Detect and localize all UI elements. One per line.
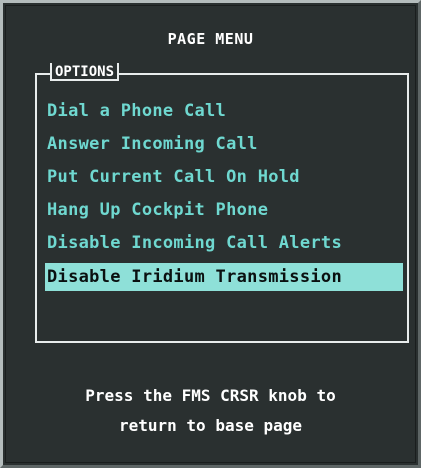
instruction-line-1: Press the FMS CRSR knob to	[85, 386, 336, 405]
menu-item-disable-incoming-call-alerts[interactable]: Disable Incoming Call Alerts	[45, 227, 403, 259]
options-legend: OPTIONS	[50, 63, 120, 81]
options-group: OPTIONS Dial a Phone Call Answer Incomin…	[35, 63, 409, 343]
menu-item-put-call-on-hold[interactable]: Put Current Call On Hold	[45, 161, 403, 193]
options-menu-list: Dial a Phone Call Answer Incoming Call P…	[45, 95, 403, 292]
menu-item-disable-iridium-transmission[interactable]: Disable Iridium Transmission	[45, 263, 403, 291]
menu-item-dial-phone-call[interactable]: Dial a Phone Call	[45, 95, 403, 127]
instruction-line-2: return to base page	[118, 416, 303, 435]
page-menu-title: PAGE MENU	[167, 30, 254, 48]
menu-item-answer-incoming-call[interactable]: Answer Incoming Call	[45, 128, 403, 160]
page-menu-window: PAGE MENU OPTIONS Dial a Phone Call Answ…	[0, 0, 421, 468]
menu-item-hang-up-cockpit-phone[interactable]: Hang Up Cockpit Phone	[45, 194, 403, 226]
instruction-text: Press the FMS CRSR knob to return to bas…	[3, 381, 418, 441]
